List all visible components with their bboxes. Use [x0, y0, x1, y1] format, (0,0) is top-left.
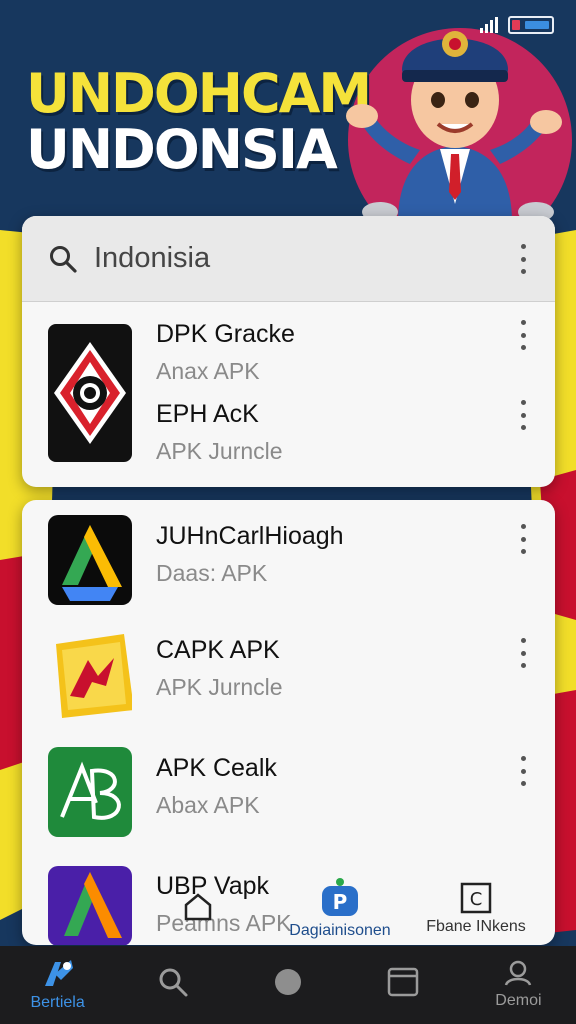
hero-title-line1: UNDOHCAM: [26, 62, 372, 125]
app-title[interactable]: DPK Gracke: [156, 320, 295, 349]
p-badge-icon: P: [322, 877, 358, 916]
nav-item-search[interactable]: [115, 946, 230, 1024]
app-subtitle: Daas: APK: [156, 560, 268, 586]
search-icon: [159, 968, 188, 997]
nav-label: Demoi: [495, 992, 542, 1009]
yellow-ak-icon[interactable]: [48, 630, 132, 720]
more-vert-icon[interactable]: [519, 244, 527, 274]
svg-text:P: P: [333, 890, 348, 914]
tab-label: Dagiainisonen: [289, 921, 391, 939]
search-input[interactable]: Indonisia: [94, 242, 210, 275]
bottom-navigation: Bertiela Demoi: [0, 946, 576, 1024]
app-subtitle: APK Jurncle: [156, 674, 283, 700]
nav-item-bertiela[interactable]: Bertiela: [0, 946, 115, 1024]
mascot-illustration: [346, 31, 562, 222]
hero-title-line2: UNDONSIA: [26, 118, 338, 182]
more-vert-icon[interactable]: [519, 638, 527, 668]
more-vert-icon[interactable]: [519, 524, 527, 554]
window-icon: [387, 967, 419, 997]
triangle-drive-icon[interactable]: [48, 515, 132, 605]
c-box-icon: C: [460, 882, 492, 913]
app-title[interactable]: EPH AcK: [156, 400, 259, 429]
more-vert-icon[interactable]: [519, 400, 527, 430]
hero-title: UNDOHCAM UNDONSIA: [26, 62, 372, 182]
inner-tab-strip: P Dagiainisonen C Fbane INkens: [22, 872, 555, 945]
green-ab-icon[interactable]: [48, 747, 132, 837]
app-title[interactable]: JUHnCarlHioagh: [156, 522, 344, 551]
app-subtitle: APK Jurncle: [156, 438, 283, 464]
search-bar[interactable]: Indonisia: [22, 216, 555, 302]
nav-item-circle[interactable]: [230, 946, 345, 1024]
home-outline-icon: [184, 892, 212, 920]
app-title[interactable]: APK Cealk: [156, 754, 277, 783]
search-icon[interactable]: [48, 244, 78, 274]
svg-text:C: C: [470, 889, 483, 910]
app-subtitle: Anax APK: [156, 358, 260, 384]
search-results-card: Indonisia DPK Gracke Anax APK EPH AcK AP…: [22, 216, 555, 487]
nav-label: Bertiela: [30, 994, 85, 1011]
more-vert-icon[interactable]: [519, 756, 527, 786]
app-title[interactable]: CAPK APK: [156, 636, 280, 665]
circle-icon: [275, 969, 301, 995]
tab-home[interactable]: [118, 872, 278, 945]
more-vert-icon[interactable]: [519, 320, 527, 350]
app-logo-icon: [44, 960, 73, 986]
tab-fbane-inkens[interactable]: C Fbane INkens: [396, 872, 555, 945]
app-subtitle: Abax APK: [156, 792, 260, 818]
app-list-card: JUHnCarlHioagh Daas: APK CAPK APK APK Ju…: [22, 500, 555, 945]
nav-item-window[interactable]: [346, 946, 461, 1024]
nav-item-demoi[interactable]: Demoi: [461, 946, 576, 1024]
red-emblem-icon[interactable]: [48, 324, 132, 462]
tab-label: Fbane INkens: [426, 917, 526, 935]
profile-icon: [505, 960, 532, 986]
